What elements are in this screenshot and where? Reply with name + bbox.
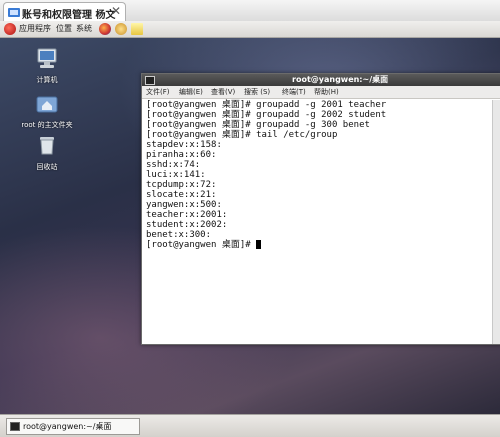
terminal-scrollbar[interactable] [492,100,500,344]
terminal-icon [145,76,155,85]
home-folder-icon [36,96,58,113]
menu-help[interactable]: 帮助(H) [314,87,339,97]
tab-active[interactable]: 账号和权限管理 杨文 ✕ [3,2,126,22]
menu-file[interactable]: 文件(F) [146,87,170,97]
desktop-icon-home[interactable]: root 的主文件夹 [17,92,77,130]
terminal-title: root@yangwen:~/桌面 [292,75,389,84]
terminal-line: [root@yangwen 桌面]# groupadd -g 2002 stud… [146,110,387,120]
terminal-line: stapdev:x:158: [146,140,222,150]
menu-edit[interactable]: 编辑(E) [179,87,203,97]
redhat-logo-icon[interactable] [4,23,16,35]
terminal-line: sshd:x:74: [146,160,201,170]
terminal-line: [root@yangwen 桌面]# groupadd -g 2001 teac… [146,100,387,110]
terminal-screen[interactable]: [root@yangwen 桌面]# groupadd -g 2001 teac… [144,100,499,342]
computer-icon [37,48,57,68]
document-icon [8,8,20,17]
terminal-line: [root@yangwen 桌面]# groupadd -g 300 benet [146,120,370,130]
terminal-line: tcpdump:x:72: [146,180,217,190]
terminal-prompt: [root@yangwen 桌面]# [146,240,257,250]
terminal-line: student:x:2002: [146,220,228,230]
close-icon[interactable]: ✕ [110,4,122,18]
menu-system[interactable]: 系统 [76,23,92,34]
terminal-cursor [256,240,262,249]
terminal-line: teacher:x:2001: [146,210,228,220]
top-panel: 应用程序 位置 系统 [0,21,500,38]
desktop-icon-label: 回收站 [36,163,58,171]
menu-places[interactable]: 位置 [56,23,72,34]
desktop-icon-label: 计算机 [36,76,58,84]
bottom-taskbar: root@yangwen:~/桌面 [0,414,500,437]
desktop-icon-trash[interactable]: 回收站 [17,134,77,172]
terminal-line: slocate:x:21: [146,190,217,200]
desktop-icon-computer[interactable]: 计算机 [17,47,77,85]
terminal-line: luci:x:141: [146,170,206,180]
terminal-line: yangwen:x:500: [146,200,222,210]
tab-bar: 账号和权限管理 杨文 ✕ [0,0,500,22]
menu-applications[interactable]: 应用程序 [19,23,51,34]
notes-icon[interactable] [131,23,143,35]
mail-icon[interactable] [115,23,127,35]
terminal-titlebar[interactable]: root@yangwen:~/桌面 [142,74,500,86]
taskbar-window-label: root@yangwen:~/桌面 [23,422,112,431]
firefox-icon[interactable] [99,23,111,35]
menu-view[interactable]: 查看(V) [211,87,235,97]
menu-terminal[interactable]: 终端(T) [282,87,306,97]
terminal-window[interactable]: root@yangwen:~/桌面 文件(F) 编辑(E) 查看(V) 搜索 (… [141,73,500,345]
terminal-line: piranha:x:60: [146,150,217,160]
taskbar-window-button[interactable]: root@yangwen:~/桌面 [6,418,140,435]
terminal-icon [10,422,20,431]
desktop-icon-label: root 的主文件夹 [21,121,73,129]
terminal-line: benet:x:300: [146,230,212,240]
terminal-line: [root@yangwen 桌面]# tail /etc/group [146,130,338,140]
terminal-menubar: 文件(F) 编辑(E) 查看(V) 搜索 (S) 终端(T) 帮助(H) [142,86,500,99]
trash-icon [40,137,54,155]
menu-search[interactable]: 搜索 (S) [244,87,270,97]
tab-title: 账号和权限管理 杨文 [22,10,116,21]
